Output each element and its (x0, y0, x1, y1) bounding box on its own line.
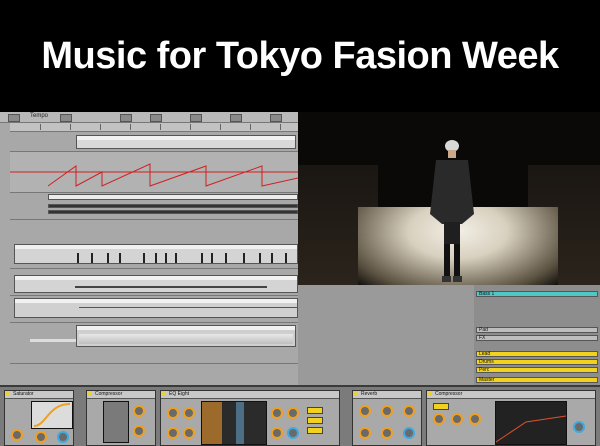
eq-knob[interactable] (167, 427, 179, 439)
toolbar-control[interactable] (60, 114, 72, 122)
reverb-knob[interactable] (403, 405, 415, 417)
toolbar-control[interactable] (190, 114, 202, 122)
page-title: Music for Tokyo Fasion Week (41, 34, 559, 77)
midi-clip[interactable] (14, 244, 298, 264)
comp-knob[interactable] (451, 413, 463, 425)
mixer-track[interactable]: Lead (476, 351, 598, 357)
dry-wet-knob[interactable] (57, 431, 69, 443)
eq-knob[interactable] (167, 407, 179, 419)
eq-display[interactable] (201, 401, 267, 445)
device-reverb[interactable]: Reverb (352, 390, 422, 446)
mixer-track[interactable]: FX (476, 335, 598, 341)
audio-clip[interactable] (14, 275, 298, 293)
eq-knob[interactable] (271, 407, 283, 419)
saturator-curve (31, 401, 73, 429)
toolbar-control[interactable] (270, 114, 282, 122)
eq-band-toggle[interactable] (307, 417, 323, 424)
audio-clip[interactable] (76, 325, 296, 347)
runway-video (298, 112, 600, 285)
track-lane[interactable] (10, 220, 298, 269)
track-lane[interactable] (10, 193, 298, 220)
toolbar-control[interactable] (120, 114, 132, 122)
mixer-track[interactable]: Master (476, 377, 598, 383)
automation-lane[interactable] (10, 152, 299, 193)
runway-model (430, 140, 474, 282)
mixer-track[interactable]: Drums (476, 359, 598, 365)
mixer-track[interactable]: Bass 1 (476, 291, 598, 297)
track-lane[interactable] (10, 296, 298, 323)
output-knob[interactable] (35, 431, 47, 443)
mixer-track[interactable]: Pad (476, 327, 598, 333)
audio-clip[interactable] (76, 135, 296, 149)
reverb-knob[interactable] (381, 405, 393, 417)
midi-clip[interactable] (48, 194, 298, 200)
mode-button[interactable] (433, 403, 449, 410)
comp-output-knob[interactable] (573, 421, 585, 433)
track-lane[interactable] (10, 133, 298, 152)
compressor-display (495, 401, 567, 445)
toolbar-control[interactable] (150, 114, 162, 122)
device-compressor-2[interactable]: Compressor (426, 390, 596, 446)
threshold-knob[interactable] (133, 405, 145, 417)
track-lane[interactable] (10, 269, 298, 296)
arrangement-view[interactable] (0, 123, 299, 385)
toolbar-control[interactable] (230, 114, 242, 122)
comp-knob[interactable] (469, 413, 481, 425)
reverb-knob[interactable] (403, 427, 415, 439)
toolbar-control[interactable] (8, 114, 20, 122)
mixer-track[interactable]: Perc (476, 367, 598, 373)
track-lane[interactable] (10, 323, 298, 364)
reverb-knob[interactable] (359, 427, 371, 439)
eq-knob[interactable] (183, 407, 195, 419)
eq-knob[interactable] (287, 427, 299, 439)
drive-knob[interactable] (11, 429, 23, 441)
device-compressor[interactable]: Compressor (86, 390, 156, 446)
eq-knob[interactable] (287, 407, 299, 419)
ratio-knob[interactable] (133, 425, 145, 437)
comp-knob[interactable] (433, 413, 445, 425)
midi-notes (77, 253, 287, 263)
gain-meter (103, 401, 129, 443)
device-saturator[interactable]: Saturator (4, 390, 74, 446)
eq-band-toggle[interactable] (307, 427, 323, 434)
eq-knob[interactable] (183, 427, 195, 439)
device-eq-eight[interactable]: EQ Eight (160, 390, 340, 446)
reverb-knob[interactable] (381, 427, 393, 439)
daw-screenshot: Tempo Bass 1 Pad FX Lead Drums Perc Mast… (0, 112, 600, 446)
automation-envelope[interactable] (10, 152, 299, 192)
device-chain[interactable]: Saturator Compressor EQ Eight Reverb Com… (0, 385, 600, 446)
eq-knob[interactable] (271, 427, 283, 439)
midi-clip[interactable] (48, 210, 298, 214)
title-banner: Music for Tokyo Fasion Week (0, 0, 600, 112)
mixer-panel[interactable]: Bass 1 Pad FX Lead Drums Perc Master (474, 285, 600, 385)
audio-clip[interactable] (14, 298, 298, 318)
timeline-ruler[interactable] (10, 123, 298, 132)
reverb-knob[interactable] (359, 405, 371, 417)
tempo-label: Tempo (30, 113, 49, 119)
midi-clip[interactable] (48, 204, 298, 208)
eq-band-toggle[interactable] (307, 407, 323, 414)
